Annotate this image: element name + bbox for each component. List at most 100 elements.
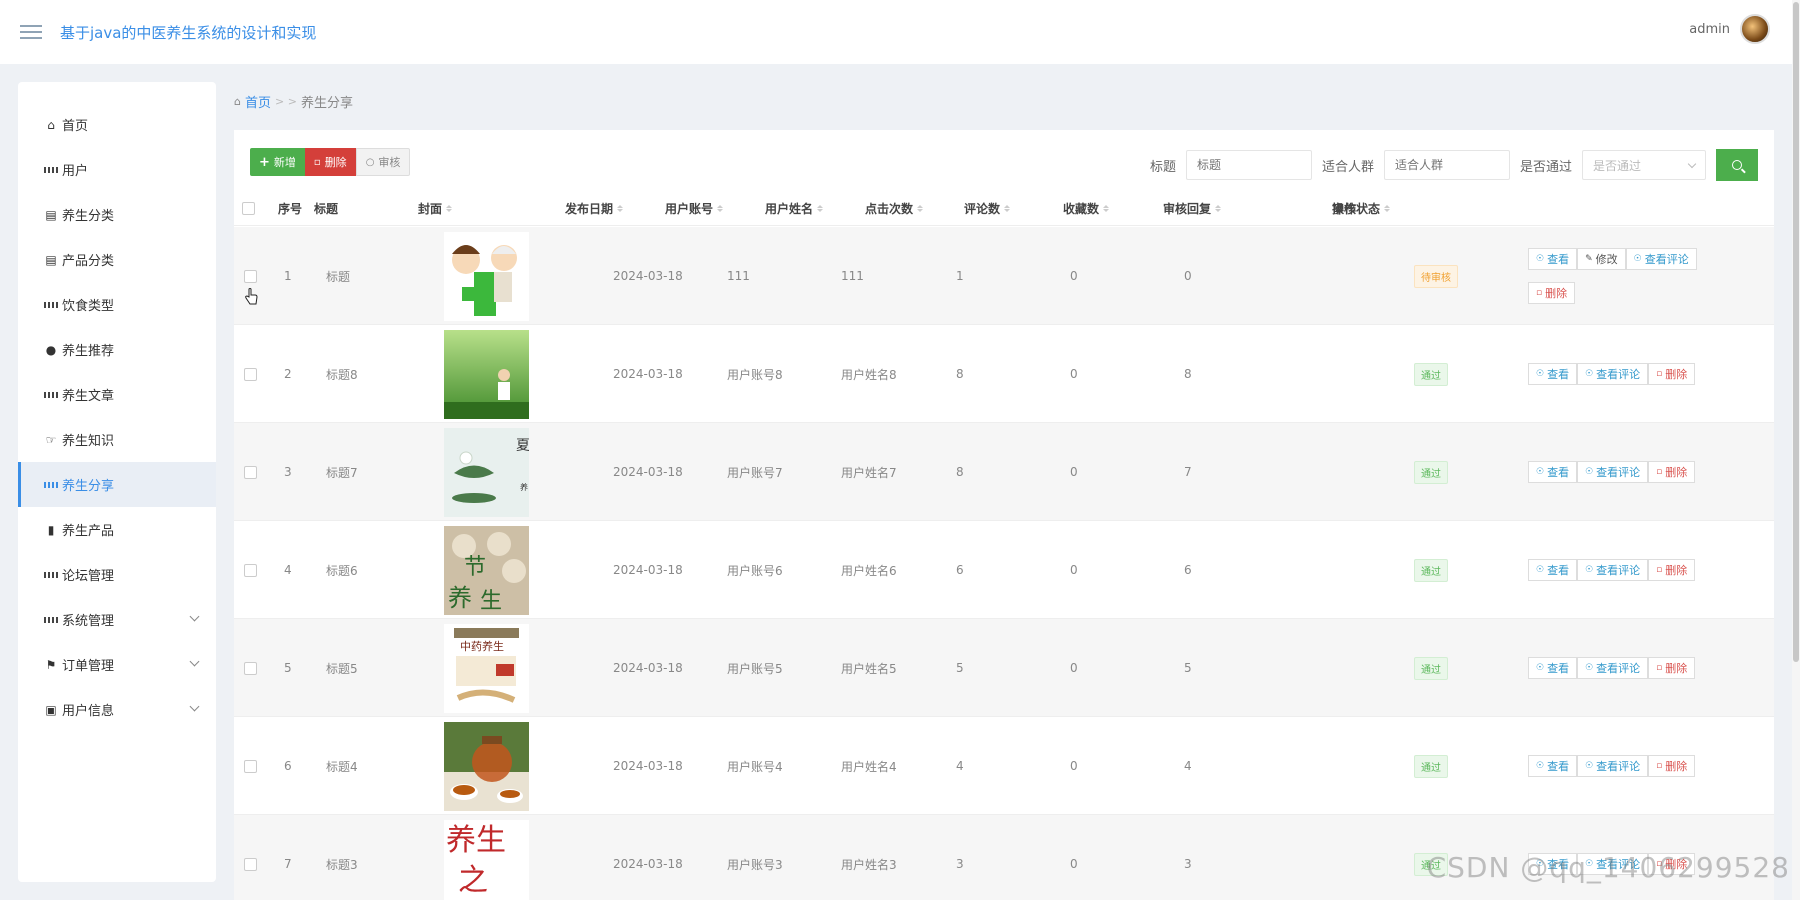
comment-button[interactable]: ☉ 查看评论 — [1577, 461, 1649, 483]
sort-icon[interactable] — [1215, 204, 1222, 212]
table-row[interactable]: 4 标题6 节养生 2024-03-18 用户账号6 用户姓名6 6 0 6 通过 ☉ 查看 ☉ 查看评论… — [234, 521, 1774, 619]
sort-icon[interactable] — [1384, 204, 1391, 212]
row-checkbox[interactable] — [244, 759, 257, 773]
cover-image[interactable]: 中药养生 — [444, 623, 529, 713]
pass-filter-select[interactable]: 是否通过 — [1582, 150, 1706, 180]
action-label: 删除 — [1665, 760, 1688, 773]
table-row[interactable]: 2 标题8 2024-03-18 用户账号8 用户姓名8 8 0 8 通过 ☉ 查看 ☉ 查看评论 ▫ 删除 — [234, 325, 1774, 423]
row-checkbox[interactable] — [244, 857, 257, 871]
view-button[interactable]: ☉ 查看 — [1528, 755, 1578, 777]
cell-account: 用户账号7 — [727, 465, 783, 480]
comment-button[interactable]: ☉ 查看评论 — [1577, 363, 1649, 385]
sort-icon[interactable] — [917, 204, 924, 212]
view-button[interactable]: ☉ 查看 — [1528, 363, 1578, 385]
cover-image[interactable]: 夏养 — [444, 427, 529, 517]
column-header[interactable]: 用户姓名 — [765, 190, 824, 226]
cover-image[interactable] — [444, 231, 529, 321]
comment-button[interactable]: ☉ 查看评论 — [1577, 755, 1649, 777]
select-all-checkbox[interactable] — [242, 190, 255, 226]
sort-icon[interactable] — [1103, 204, 1110, 212]
table-row[interactable]: 6 标题4 2024-03-18 用户账号4 用户姓名4 4 0 4 通过 ☉ 查看 ☉ 查看评论 ▫ 删除 — [234, 717, 1774, 815]
row-checkbox[interactable] — [244, 661, 257, 675]
table-row[interactable]: 5 标题5 中药养生 2024-03-18 用户账号5 用户姓名5 5 0 5 通过 ☉ 查看 ☉ 查看评… — [234, 619, 1774, 717]
column-header-label: 评论数 — [964, 201, 1001, 216]
column-header[interactable]: 收藏数 — [1063, 190, 1110, 226]
eye-icon: ☉ — [1585, 565, 1594, 575]
column-header[interactable]: 用户账号 — [665, 190, 724, 226]
user-name[interactable]: admin — [1689, 22, 1730, 37]
column-header[interactable]: 发布日期 — [565, 190, 624, 226]
remove-button[interactable]: ▫ 删除 — [1648, 559, 1696, 581]
view-button[interactable]: ☉ 查看 — [1528, 461, 1578, 483]
cover-image[interactable] — [444, 329, 529, 419]
sidebar-item-7[interactable]: ☞ 养生知识 — [18, 417, 216, 462]
user-area[interactable]: admin — [1689, 14, 1770, 44]
breadcrumb-home[interactable]: 首页 — [245, 92, 271, 111]
scrollbar-thumb[interactable] — [1793, 2, 1799, 662]
remove-button[interactable]: ▫ 删除 — [1648, 461, 1696, 483]
cell-status: 通过 — [1414, 423, 1448, 521]
remove-button[interactable]: ▫ 删除 — [1648, 657, 1696, 679]
eye-icon: ☉ — [1536, 565, 1545, 575]
sort-icon[interactable] — [617, 204, 624, 212]
sidebar-item-3[interactable]: ▤ 产品分类 — [18, 237, 216, 282]
scrollbar[interactable] — [1792, 0, 1800, 900]
comment-button[interactable]: ☉ 查看评论 — [1577, 559, 1649, 581]
sort-icon[interactable] — [446, 204, 453, 212]
column-header[interactable]: 封面 — [418, 190, 453, 226]
column-header[interactable]: 评论数 — [964, 190, 1011, 226]
view-button[interactable]: ☉ 查看 — [1528, 559, 1578, 581]
sidebar-item-6[interactable]: 养生文章 — [18, 372, 216, 417]
eye-icon: ☉ — [1536, 761, 1545, 771]
row-checkbox[interactable] — [244, 269, 257, 283]
svg-text:夏: 夏 — [516, 438, 529, 454]
sidebar-item-13[interactable]: ▣ 用户信息 — [18, 687, 216, 732]
comment-button[interactable]: ☉ 查看评论 — [1577, 657, 1649, 679]
column-header[interactable]: 点击次数 — [865, 190, 924, 226]
add-button[interactable]: + 新增 — [250, 148, 305, 176]
sort-icon[interactable] — [817, 204, 824, 212]
title-filter-input[interactable] — [1185, 150, 1312, 180]
comment-button[interactable]: ☉ 查看评论 — [1625, 248, 1697, 270]
sidebar-item-9[interactable]: ▮ 养生产品 — [18, 507, 216, 552]
cover-image[interactable] — [444, 721, 529, 811]
edit-button[interactable]: ✎ 修改 — [1577, 248, 1626, 270]
sidebar-item-5[interactable]: ● 养生推荐 — [18, 327, 216, 372]
chevron-down-icon — [1687, 159, 1697, 168]
sort-icon[interactable] — [717, 204, 724, 212]
sidebar-item-label: 订单管理 — [62, 659, 115, 674]
sidebar-item-1[interactable]: 用户 — [18, 147, 216, 192]
cell-title: 标题8 — [326, 367, 358, 382]
sidebar-item-label: 养生推荐 — [62, 344, 115, 359]
avatar[interactable] — [1740, 14, 1770, 44]
remove-button[interactable]: ▫ 删除 — [1528, 282, 1576, 304]
row-checkbox[interactable] — [244, 465, 257, 479]
sort-icon[interactable] — [1004, 204, 1011, 212]
column-header[interactable]: 审核回复 — [1163, 190, 1222, 226]
crowd-filter-input[interactable] — [1383, 150, 1510, 180]
cell-index: 4 — [284, 563, 292, 577]
row-checkbox[interactable] — [244, 367, 257, 381]
delete-button[interactable]: ▫ 删除 — [304, 148, 356, 176]
table-row[interactable]: 1 标题 2024-03-18 111 111 1 0 0 待审核 ☉ 查看 ✎ 修改 ☉ 查看评论 ▫ 删除 — [234, 227, 1774, 325]
view-button[interactable]: ☉ 查看 — [1528, 248, 1578, 270]
view-button[interactable]: ☉ 查看 — [1528, 657, 1578, 679]
row-checkbox[interactable] — [244, 563, 257, 577]
cell-clicks: 8 — [956, 367, 964, 381]
sidebar-item-2[interactable]: ▤ 养生分类 — [18, 192, 216, 237]
cover-image[interactable]: 节养生 — [444, 525, 529, 615]
remove-button[interactable]: ▫ 删除 — [1648, 755, 1696, 777]
sidebar-item-4[interactable]: 饮食类型 — [18, 282, 216, 327]
sidebar-item-12[interactable]: ⚑ 订单管理 — [18, 642, 216, 687]
sidebar-item-8[interactable]: 养生分享 — [18, 462, 216, 507]
cover-image[interactable]: 养生之 — [444, 819, 529, 900]
search-button[interactable] — [1716, 149, 1758, 181]
grid-icon — [44, 388, 58, 402]
sidebar-item-11[interactable]: 系统管理 — [18, 597, 216, 642]
table-row[interactable]: 3 标题7 夏养 2024-03-18 用户账号7 用户姓名7 8 0 7 通过 ☉ 查看 ☉ 查看评论 ▫… — [234, 423, 1774, 521]
audit-button[interactable]: ○ 审核 — [355, 148, 411, 176]
remove-button[interactable]: ▫ 删除 — [1648, 363, 1696, 385]
menu-toggle-icon[interactable] — [20, 23, 42, 41]
sidebar-item-0[interactable]: ⌂ 首页 — [18, 102, 216, 147]
sidebar-item-10[interactable]: 论坛管理 — [18, 552, 216, 597]
